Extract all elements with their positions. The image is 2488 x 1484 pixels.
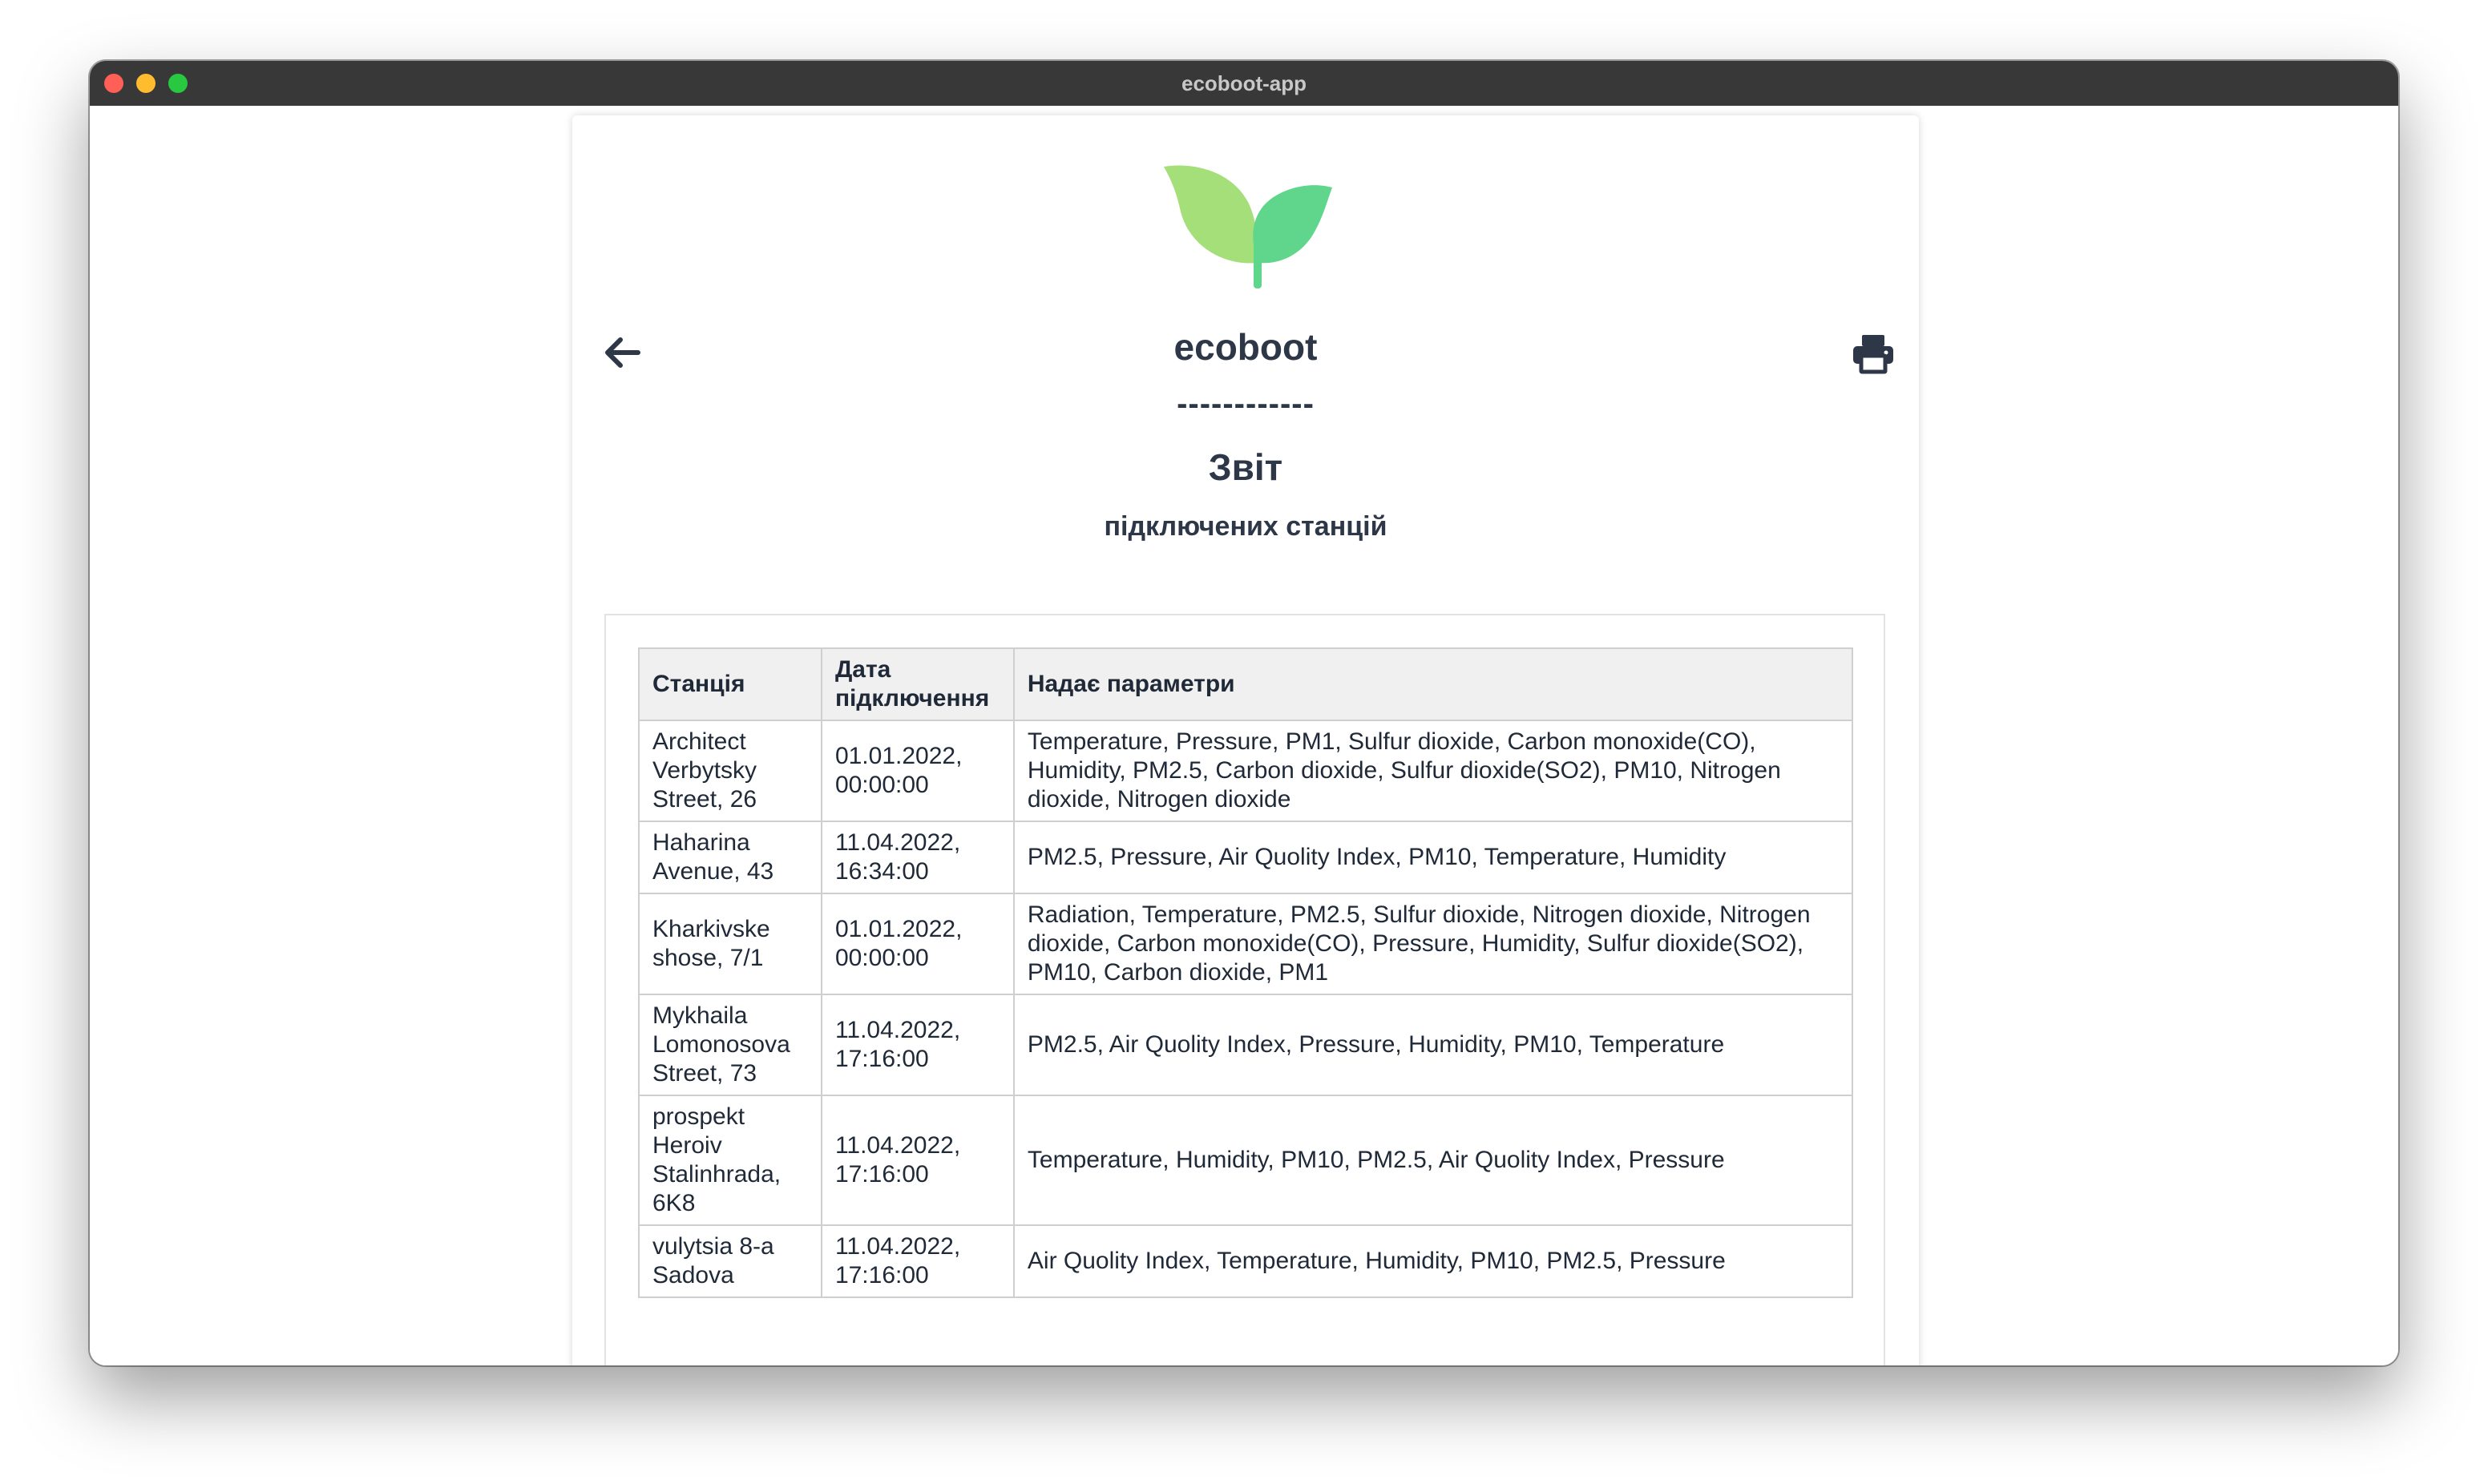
stations-table: Станція Дата підключення Надає параметри…	[638, 647, 1854, 1298]
app-window: ecoboot-app ecoboot ------------ Звіт пі…	[90, 61, 2398, 1365]
params-cell: PM2.5, Air Quolity Index, Pressure, Humi…	[1012, 994, 1854, 1096]
app-name: ecoboot	[1173, 326, 1318, 368]
params-cell: Radiation, Temperature, PM2.5, Sulfur di…	[1012, 893, 1854, 995]
table-header-row: Станція Дата підключення Надає параметри	[638, 647, 1854, 721]
date-cell: 11.04.2022, 16:34:00	[820, 821, 1015, 894]
column-header-date: Дата підключення	[820, 647, 1015, 721]
params-cell: PM2.5, Pressure, Air Quolity Index, PM10…	[1012, 821, 1854, 894]
station-cell: prospekt Heroiv Stalinhrada, 6K8	[638, 1095, 822, 1226]
table-row: prospekt Heroiv Stalinhrada, 6K8 11.04.2…	[638, 1095, 1854, 1226]
station-cell: vulytsia 8-a Sadova	[638, 1224, 822, 1298]
column-header-params: Надає параметри	[1012, 647, 1854, 721]
column-header-station: Станція	[638, 647, 822, 721]
table-row: Mykhaila Lomonosova Street, 73 11.04.202…	[638, 994, 1854, 1096]
date-cell: 11.04.2022, 17:16:00	[820, 1095, 1015, 1226]
report-card: ecoboot ------------ Звіт підключених ст…	[572, 115, 1919, 1365]
table-container: Станція Дата підключення Надає параметри…	[604, 614, 1885, 1365]
station-cell: Kharkivske shose, 7/1	[638, 893, 822, 995]
params-cell: Temperature, Humidity, PM10, PM2.5, Air …	[1012, 1095, 1854, 1226]
station-cell: Mykhaila Lomonosova Street, 73	[638, 994, 822, 1096]
leaf-sprout-icon	[1164, 165, 1332, 288]
params-cell: Air Quolity Index, Temperature, Humidity…	[1012, 1224, 1854, 1298]
station-cell: Haharina Avenue, 43	[638, 821, 822, 894]
date-cell: 01.01.2022, 00:00:00	[820, 893, 1015, 995]
date-cell: 11.04.2022, 17:16:00	[820, 994, 1015, 1096]
table-row: vulytsia 8-a Sadova 11.04.2022, 17:16:00…	[638, 1224, 1854, 1298]
report-title: Звіт	[1208, 446, 1283, 488]
params-cell: Temperature, Pressure, PM1, Sulfur dioxi…	[1012, 720, 1854, 822]
window-title: ecoboot-app	[1181, 71, 1307, 95]
table-row: Architect Verbytsky Street, 26 01.01.202…	[638, 720, 1854, 822]
date-cell: 01.01.2022, 00:00:00	[820, 720, 1015, 822]
header-divider: ------------	[1177, 386, 1315, 421]
report-subtitle: підключених станцій	[1104, 511, 1387, 542]
page-content: ecoboot ------------ Звіт підключених ст…	[90, 106, 2398, 1365]
window-titlebar: ecoboot-app	[90, 61, 2398, 106]
table-row: Haharina Avenue, 43 11.04.2022, 16:34:00…	[638, 821, 1854, 894]
date-cell: 11.04.2022, 17:16:00	[820, 1224, 1015, 1298]
table-row: Kharkivske shose, 7/1 01.01.2022, 00:00:…	[638, 893, 1854, 995]
station-cell: Architect Verbytsky Street, 26	[638, 720, 822, 822]
